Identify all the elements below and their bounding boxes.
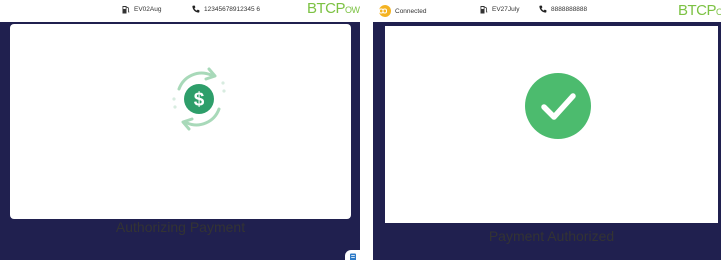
- logo-main: BTCP: [678, 2, 717, 19]
- receipt-icon: [350, 253, 356, 260]
- terminal-id-label: EV02Aug: [134, 5, 162, 13]
- fuel-pump-icon: [122, 5, 130, 13]
- phone-icon: [539, 5, 547, 13]
- fuel-pump-icon: [480, 5, 488, 13]
- phone-icon: [192, 5, 200, 13]
- side-tab[interactable]: [345, 250, 360, 260]
- checkmark-icon: [525, 73, 591, 139]
- logo-small: OW: [716, 7, 721, 17]
- logo-small: OWEF: [345, 5, 360, 15]
- brand-logo: BTCPOWEF: [307, 0, 360, 17]
- status-bar: EV02Aug 12345678912345 6 BTCPOWEF: [0, 0, 360, 22]
- brand-logo: BTCPOW: [678, 2, 721, 19]
- authorized-message: Payment Authorized: [488, 228, 615, 244]
- status-bar: Connected EV27July 8888888888 BTCPOW: [373, 0, 721, 22]
- logo-main: BTCP: [307, 0, 346, 17]
- stage: EV02Aug 12345678912345 6 BTCPOWEF: [0, 0, 721, 260]
- authorized-screen: Connected EV27July 8888888888 BTCPOW: [373, 0, 721, 260]
- phone-number: 12345678912345 6: [204, 5, 261, 13]
- connection-label: Connected: [395, 7, 427, 15]
- authorizing-message: Authorizing Payment: [115, 219, 246, 235]
- status-card: Payment Authorized: [385, 26, 718, 244]
- phone-number: 8888888888: [551, 5, 588, 13]
- connected-indicator: [379, 5, 391, 17]
- dollar-refresh-icon: $: [172, 67, 226, 131]
- svg-text:$: $: [194, 90, 205, 111]
- link-icon: [379, 8, 387, 14]
- phone: 8888888888: [539, 2, 587, 16]
- terminal-id-label: EV27July: [492, 5, 520, 13]
- terminal-id: EV02Aug: [122, 2, 161, 16]
- status-card: $ Authorizing Payment: [10, 24, 351, 235]
- phone: 12345678912345 6: [192, 2, 260, 16]
- authorizing-screen: EV02Aug 12345678912345 6 BTCPOWEF: [0, 0, 360, 260]
- connection-status: Connected: [379, 4, 426, 18]
- terminal-id: EV27July: [480, 2, 519, 16]
